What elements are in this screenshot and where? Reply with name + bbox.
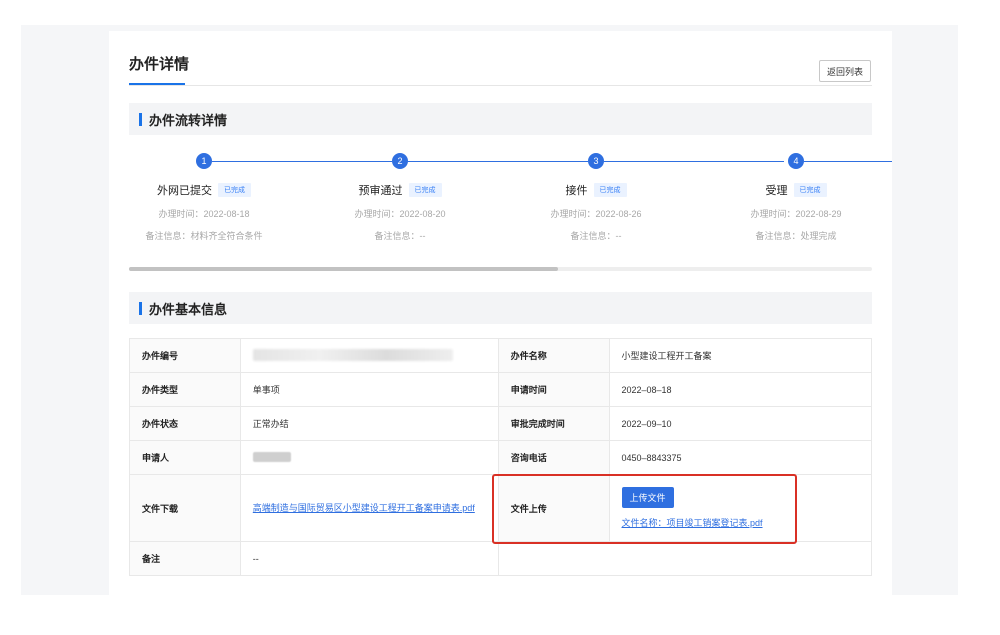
table-row: 文件下载 高端制造与国际贸易区小型建设工程开工备案申请表.pdf 文件上传 上传…	[129, 474, 872, 542]
table-row: 办件编号 办件名称 小型建设工程开工备案	[129, 338, 872, 373]
step-note: 备注信息：--	[570, 231, 622, 241]
empty-cell	[498, 541, 609, 576]
flow-connector	[408, 161, 588, 162]
title-divider	[129, 85, 872, 86]
info-section-title: 办件基本信息	[149, 301, 228, 317]
step-number-2: 2	[392, 153, 408, 169]
case-no-label: 办件编号	[129, 338, 241, 373]
approve-time-label: 审批完成时间	[497, 406, 610, 441]
approve-time-value: 2022–09–10	[608, 406, 872, 441]
status-badge: 已完成	[408, 182, 442, 197]
flow-section-title: 办件流转详情	[149, 112, 228, 128]
step-time: 办理时间：2022-08-29	[750, 209, 842, 219]
flow-step-2: 预审通过 已完成 办理时间：2022-08-20 备注信息：--	[305, 181, 495, 242]
case-name-value: 小型建设工程开工备案	[608, 338, 872, 373]
flow-connector	[212, 161, 392, 162]
apply-time-value: 2022–08–18	[608, 372, 872, 407]
table-row: 办件状态 正常办结 审批完成时间 2022–09–10	[129, 406, 872, 441]
step-time: 办理时间：2022-08-26	[550, 209, 642, 219]
case-type-value: 单事项	[239, 372, 499, 407]
page-title: 办件详情	[129, 56, 190, 73]
step-note: 备注信息：处理完成	[755, 231, 837, 241]
case-status-value: 正常办结	[239, 406, 499, 441]
download-file-link[interactable]: 高端制造与国际贸易区小型建设工程开工备案申请表.pdf	[253, 503, 475, 513]
info-table: 办件编号 办件名称 小型建设工程开工备案 办件类型 单事项 申请时间 2022–…	[129, 338, 872, 576]
step-name: 外网已提交	[157, 184, 212, 197]
table-row: 办件类型 单事项 申请时间 2022–08–18	[129, 372, 872, 407]
back-to-list-button[interactable]: 返回列表	[819, 60, 871, 82]
phone-value: 0450–8843375	[608, 440, 872, 475]
upload-cell: 上传文件 文件名称：项目竣工销案登记表.pdf	[608, 474, 872, 542]
apply-time-label: 申请时间	[497, 372, 610, 407]
step-time: 办理时间：2022-08-18	[158, 209, 250, 219]
case-name-label: 办件名称	[497, 338, 610, 373]
case-no-value	[239, 338, 499, 373]
section-bar	[139, 112, 142, 126]
download-cell: 高端制造与国际贸易区小型建设工程开工备案申请表.pdf	[239, 474, 499, 542]
horizontal-scrollbar-thumb[interactable]	[129, 267, 558, 271]
step-name: 接件	[565, 184, 588, 197]
case-status-label: 办件状态	[129, 406, 241, 441]
step-number-1: 1	[196, 153, 212, 169]
redacted-case-no	[252, 348, 453, 361]
redacted-applicant	[252, 451, 291, 462]
step-name: 受理	[765, 184, 788, 197]
table-row: 备注 --	[129, 541, 872, 576]
phone-label: 咨询电话	[497, 440, 610, 475]
case-type-label: 办件类型	[129, 372, 241, 407]
download-label: 文件下载	[129, 474, 241, 542]
status-badge: 已完成	[593, 182, 627, 197]
flow-step-3: 接件 已完成 办理时间：2022-08-26 备注信息：--	[501, 181, 691, 242]
remark-value: --	[239, 541, 499, 576]
status-badge: 已完成	[218, 182, 251, 197]
remark-label: 备注	[129, 541, 241, 576]
step-number-3: 3	[588, 153, 604, 169]
status-badge: 已完成	[793, 182, 827, 197]
info-section-header: 办件基本信息	[129, 292, 872, 324]
applicant-label: 申请人	[129, 440, 241, 475]
step-number-4: 4	[788, 153, 804, 169]
step-note: 备注信息：材料齐全符合条件	[145, 231, 263, 241]
empty-cell	[609, 541, 872, 576]
table-row: 申请人 咨询电话 0450–8843375	[129, 440, 872, 475]
flow-section-header: 办件流转详情	[129, 103, 872, 135]
flow-connector	[604, 161, 784, 162]
step-note: 备注信息：--	[374, 231, 426, 241]
flow-step-4: 受理 已完成 办理时间：2022-08-29 备注信息：处理完成	[701, 181, 891, 242]
upload-label: 文件上传	[497, 474, 610, 542]
section-bar	[139, 301, 142, 315]
flow-connector	[804, 161, 892, 162]
step-time: 办理时间：2022-08-20	[354, 209, 446, 219]
upload-file-button[interactable]: 上传文件	[621, 486, 674, 508]
uploaded-file-link[interactable]: 文件名称：项目竣工销案登记表.pdf	[622, 517, 860, 530]
detail-card: 办件详情 返回列表 办件流转详情 1 2 3 4 外网已提交 已完成 办理时间：2…	[109, 31, 892, 595]
flow-step-1: 外网已提交 已完成 办理时间：2022-08-18 备注信息：材料齐全符合条件	[109, 181, 299, 242]
applicant-value	[239, 440, 499, 475]
step-name: 预审通过	[358, 184, 403, 197]
